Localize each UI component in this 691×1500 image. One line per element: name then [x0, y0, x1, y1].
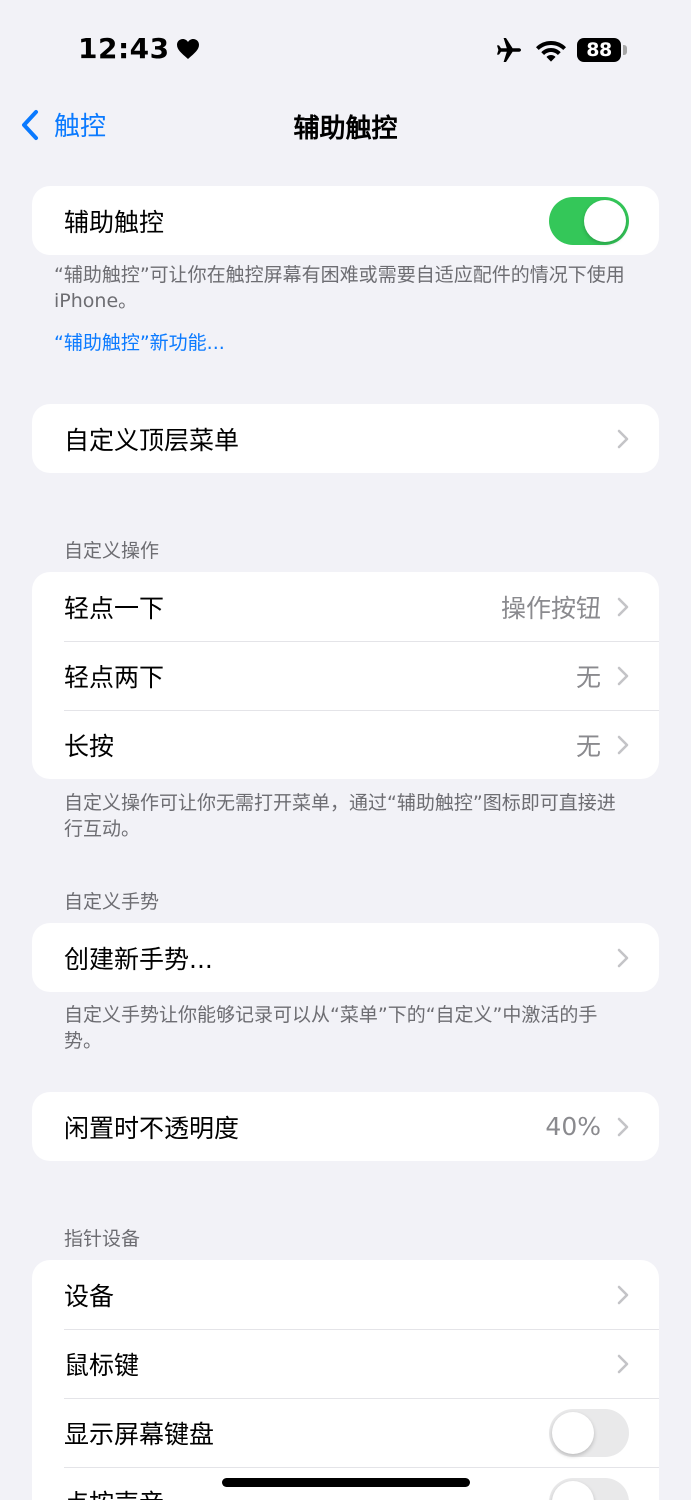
long-press-row[interactable]: 长按 无 [32, 710, 659, 779]
battery-level: 88 [586, 39, 612, 61]
top-menu-group: 自定义顶层菜单 [32, 404, 659, 473]
onscreen-keyboard-toggle[interactable] [549, 1408, 629, 1457]
double-tap-row[interactable]: 轻点两下 无 [32, 641, 659, 710]
pointer-devices-group: 设备 鼠标键 显示屏幕键盘 点按声音 [32, 1260, 659, 1500]
onscreen-keyboard-label: 显示屏幕键盘 [64, 1419, 215, 1449]
idle-opacity-row[interactable]: 闲置时不透明度 40% [32, 1092, 659, 1161]
chevron-right-icon [617, 666, 629, 685]
create-gesture-row[interactable]: 创建新手势... [32, 923, 659, 992]
mouse-keys-row[interactable]: 鼠标键 [32, 1329, 659, 1398]
battery-indicator: 88 [577, 38, 621, 62]
devices-label: 设备 [64, 1281, 115, 1311]
mouse-keys-label: 鼠标键 [64, 1350, 140, 1380]
new-features-link[interactable]: “辅助触控”新功能... [54, 328, 225, 355]
double-tap-value: 无 [575, 662, 601, 692]
single-tap-label: 轻点一下 [64, 593, 165, 623]
idle-opacity-label: 闲置时不透明度 [64, 1113, 240, 1143]
assistive-touch-row: 辅助触控 [32, 186, 659, 255]
assistive-touch-label: 辅助触控 [64, 207, 165, 237]
heart-icon [176, 38, 199, 59]
devices-row[interactable]: 设备 [32, 1260, 659, 1329]
custom-gestures-group: 创建新手势... [32, 923, 659, 992]
custom-actions-group: 轻点一下 操作按钮 轻点两下 无 长按 无 [32, 572, 659, 779]
chevron-right-icon [617, 597, 629, 616]
chevron-right-icon [617, 735, 629, 754]
create-gesture-label: 创建新手势... [64, 944, 213, 974]
toggle-knob [552, 1480, 594, 1500]
single-tap-value: 操作按钮 [500, 593, 601, 623]
custom-gestures-footnote: 自定义手势让你能够记录可以从“菜单”下的“自定义”中激活的手势。 [64, 1004, 598, 1052]
nav-bar: 触控 辅助触控 [0, 100, 691, 148]
assistive-touch-group: 辅助触控 [32, 186, 659, 255]
click-sound-toggle[interactable] [549, 1477, 629, 1500]
toggle-knob [584, 199, 626, 242]
idle-opacity-group: 闲置时不透明度 40% [32, 1092, 659, 1161]
chevron-right-icon [617, 1117, 629, 1136]
home-indicator[interactable] [222, 1478, 470, 1487]
custom-actions-footnote: 自定义操作可让你无需打开菜单，通过“辅助触控”图标即可直接进行互动。 [64, 792, 616, 840]
status-time-text: 12:43 [78, 32, 170, 65]
onscreen-keyboard-row: 显示屏幕键盘 [32, 1398, 659, 1467]
double-tap-label: 轻点两下 [64, 662, 165, 692]
chevron-right-icon [617, 1285, 629, 1304]
status-icons: 88 [495, 36, 627, 64]
custom-actions-header: 自定义操作 [64, 540, 160, 562]
long-press-value: 无 [575, 731, 601, 761]
assistive-touch-footnote: “辅助触控”可让你在触控屏幕有困难或需要自适应配件的情况下使用 iPhone。 [54, 264, 625, 312]
chevron-right-icon [617, 948, 629, 967]
long-press-label: 长按 [64, 731, 115, 761]
wifi-icon [536, 41, 566, 62]
airplane-mode-icon [497, 38, 521, 62]
chevron-right-icon [617, 429, 629, 448]
custom-gestures-header: 自定义手势 [64, 891, 160, 913]
customize-top-menu-row[interactable]: 自定义顶层菜单 [32, 404, 659, 473]
battery-tip [623, 45, 627, 55]
single-tap-row[interactable]: 轻点一下 操作按钮 [32, 572, 659, 641]
pointer-devices-header: 指针设备 [64, 1228, 141, 1250]
customize-top-menu-label: 自定义顶层菜单 [64, 425, 240, 455]
toggle-knob [552, 1411, 594, 1454]
status-bar: 12:43 88 [0, 0, 691, 100]
screen: 12:43 88 触控 辅助触控 辅助触控 “辅助触控”可让你在触控屏幕有困难或… [0, 0, 691, 1500]
page-title: 辅助触控 [293, 114, 398, 144]
idle-opacity-value: 40% [545, 1112, 601, 1141]
assistive-touch-toggle[interactable] [549, 196, 629, 245]
status-time: 12:43 [78, 32, 200, 65]
chevron-right-icon [617, 1354, 629, 1373]
